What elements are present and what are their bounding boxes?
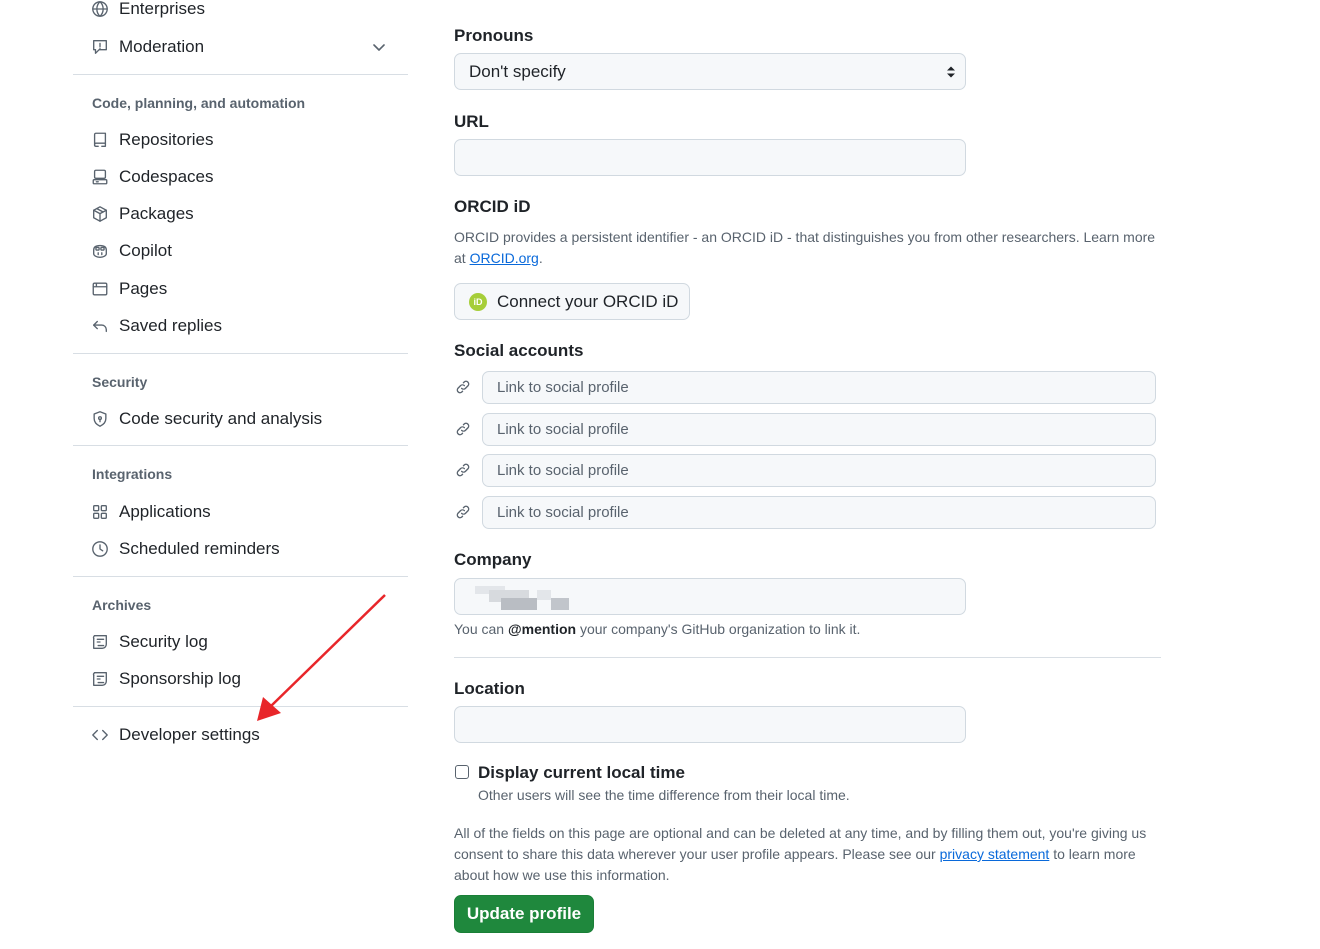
sidebar-item-saved-replies[interactable]: Saved replies bbox=[90, 310, 408, 342]
codespaces-icon bbox=[90, 167, 110, 187]
sidebar-item-packages[interactable]: Packages bbox=[90, 198, 408, 230]
sidebar-item-label: Repositories bbox=[119, 130, 214, 149]
sidebar-group-heading: Archives bbox=[92, 597, 152, 613]
social-profile-input[interactable]: Link to social profile bbox=[482, 413, 1156, 446]
sidebar-item-sponsorship-log[interactable]: Sponsorship log bbox=[90, 663, 408, 695]
company-label: Company bbox=[454, 550, 532, 569]
url-input[interactable] bbox=[454, 139, 966, 176]
pronouns-label: Pronouns bbox=[454, 26, 534, 45]
select-arrows-icon bbox=[947, 66, 955, 78]
form-divider bbox=[454, 657, 1161, 658]
link-icon bbox=[454, 461, 472, 479]
sidebar-item-label: Pages bbox=[119, 279, 168, 298]
url-label: URL bbox=[454, 112, 489, 131]
social-account-row: Link to social profile bbox=[454, 496, 1156, 529]
sidebar-item-label: Security log bbox=[119, 632, 208, 651]
social-profile-input[interactable]: Link to social profile bbox=[482, 496, 1156, 529]
company-hint-suffix: your company's GitHub organization to li… bbox=[579, 621, 861, 637]
orcid-description: ORCID provides a persistent identifier -… bbox=[454, 227, 1164, 269]
social-profile-input[interactable]: Link to social profile bbox=[482, 371, 1156, 404]
update-profile-button[interactable]: Update profile bbox=[454, 895, 594, 933]
social-account-row: Link to social profile bbox=[454, 413, 1156, 446]
orcid-description-text: ORCID provides a persistent identifier -… bbox=[454, 229, 1156, 266]
sidebar-divider bbox=[73, 445, 408, 446]
sidebar-item-copilot[interactable]: Copilot bbox=[90, 235, 408, 267]
redacted-company-value bbox=[465, 584, 575, 610]
link-icon bbox=[454, 503, 472, 521]
sidebar-divider bbox=[73, 74, 408, 75]
log-icon bbox=[90, 669, 110, 689]
sidebar-divider bbox=[73, 576, 408, 577]
social-account-row: Link to social profile bbox=[454, 371, 1156, 404]
shield-lock-icon bbox=[90, 409, 110, 429]
local-time-checkbox[interactable] bbox=[455, 765, 469, 779]
sidebar-item-label: Saved replies bbox=[119, 316, 223, 335]
globe-icon bbox=[90, 0, 110, 19]
report-icon bbox=[90, 37, 110, 57]
pronouns-value: Don't specify bbox=[469, 61, 566, 81]
company-hint: You can @mention your company's GitHub o… bbox=[454, 619, 1054, 640]
code-icon bbox=[90, 725, 110, 745]
copilot-icon bbox=[90, 241, 110, 261]
orcid-link[interactable]: ORCID.org bbox=[470, 250, 539, 266]
log-icon bbox=[90, 632, 110, 652]
repo-icon bbox=[90, 130, 110, 150]
sidebar-item-moderation[interactable]: Moderation bbox=[90, 31, 408, 63]
sidebar-item-label: Code security and analysis bbox=[119, 409, 323, 428]
privacy-statement-link[interactable]: privacy statement bbox=[940, 846, 1050, 862]
sidebar-item-label: Moderation bbox=[119, 37, 205, 56]
sidebar-item-label: Packages bbox=[119, 204, 194, 223]
sidebar-item-label: Copilot bbox=[119, 241, 172, 260]
sidebar-item-applications[interactable]: Applications bbox=[90, 496, 408, 528]
apps-icon bbox=[90, 502, 110, 522]
company-input[interactable] bbox=[454, 578, 966, 615]
sidebar-item-label: Applications bbox=[119, 502, 211, 521]
local-time-label[interactable]: Display current local time bbox=[478, 763, 685, 783]
company-hint-prefix: You can bbox=[454, 621, 505, 637]
link-icon bbox=[454, 420, 472, 438]
sidebar-item-label: Sponsorship log bbox=[119, 669, 241, 688]
sidebar-item-label: Developer settings bbox=[119, 725, 260, 744]
orcid-logo-icon: iD bbox=[469, 292, 487, 311]
link-icon bbox=[454, 378, 472, 396]
privacy-notice: All of the fields on this page are optio… bbox=[454, 823, 1166, 886]
reply-icon bbox=[90, 316, 110, 336]
connect-orcid-label: Connect your ORCID iD bbox=[497, 291, 679, 311]
package-icon bbox=[90, 204, 110, 224]
sidebar-divider bbox=[73, 706, 408, 707]
location-label: Location bbox=[454, 679, 525, 698]
connect-orcid-button[interactable]: iD Connect your ORCID iD bbox=[454, 283, 690, 320]
social-account-row: Link to social profile bbox=[454, 454, 1156, 487]
sidebar-group-heading: Code, planning, and automation bbox=[92, 95, 306, 111]
sidebar-item-security-log[interactable]: Security log bbox=[90, 626, 408, 658]
sidebar-item-repositories[interactable]: Repositories bbox=[90, 124, 408, 156]
sidebar-divider bbox=[73, 353, 408, 354]
clock-icon bbox=[90, 539, 110, 559]
social-profile-input[interactable]: Link to social profile bbox=[482, 454, 1156, 487]
orcid-label: ORCID iD bbox=[454, 197, 531, 216]
pronouns-select[interactable]: Don't specify bbox=[454, 53, 966, 90]
orcid-description-end: . bbox=[538, 250, 543, 266]
location-input[interactable] bbox=[454, 706, 966, 743]
sidebar-item-label: Codespaces bbox=[119, 167, 214, 186]
sidebar-item-codespaces[interactable]: Codespaces bbox=[90, 161, 408, 193]
browser-icon bbox=[90, 279, 110, 299]
sidebar-item-pages[interactable]: Pages bbox=[90, 273, 408, 305]
local-time-hint: Other users will see the time difference… bbox=[478, 787, 850, 803]
company-hint-mention: @mention bbox=[507, 621, 577, 637]
sidebar-item-developer-settings[interactable]: Developer settings bbox=[90, 719, 408, 751]
sidebar-item-enterprises[interactable]: Enterprises bbox=[90, 0, 408, 25]
sidebar-item-code-security[interactable]: Code security and analysis bbox=[90, 403, 408, 435]
chevron-down-icon[interactable] bbox=[370, 38, 388, 56]
sidebar-group-heading: Integrations bbox=[92, 466, 173, 482]
sidebar-item-label: Scheduled reminders bbox=[119, 539, 280, 558]
social-accounts-label: Social accounts bbox=[454, 341, 584, 360]
sidebar-item-scheduled-reminders[interactable]: Scheduled reminders bbox=[90, 533, 408, 565]
sidebar-item-label: Enterprises bbox=[119, 0, 205, 18]
settings-sidebar: Enterprises Moderation Code, planning, a… bbox=[0, 0, 410, 949]
sidebar-group-heading: Security bbox=[92, 374, 148, 390]
